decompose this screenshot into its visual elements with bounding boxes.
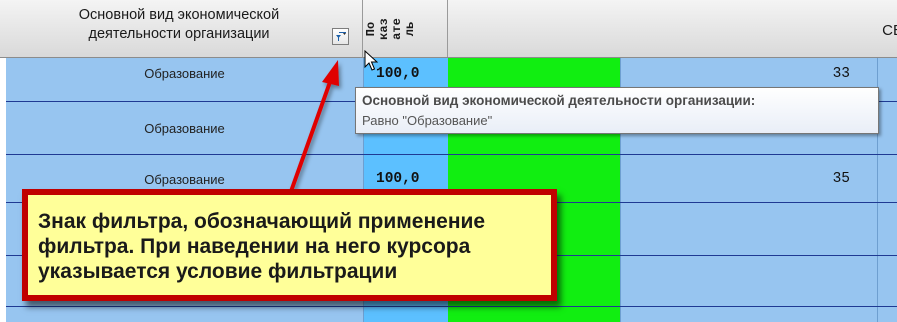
callout-text: Знак фильтра, обозначающий применение фи… [38, 210, 486, 283]
spreadsheet: Основной вид экономической деятельности … [0, 0, 897, 322]
annotation-callout: Знак фильтра, обозначающий применение фи… [22, 189, 557, 301]
mouse-cursor-icon [364, 50, 378, 71]
